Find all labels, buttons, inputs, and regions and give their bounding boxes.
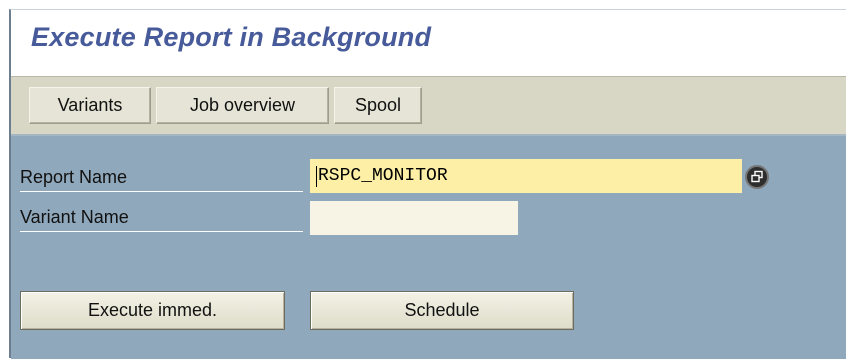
- variants-button[interactable]: Variants: [29, 87, 151, 124]
- selection-screen: Report Name RSPC_MONITOR Variant Name Ex…: [11, 136, 846, 359]
- window-frame: Execute Report in Background Variants Jo…: [9, 9, 846, 359]
- page-title: Execute Report in Background: [31, 22, 432, 52]
- variant-name-label: Variant Name: [20, 204, 303, 232]
- schedule-button[interactable]: Schedule: [310, 291, 574, 330]
- report-name-value: RSPC_MONITOR: [318, 166, 448, 186]
- job-overview-button[interactable]: Job overview: [156, 87, 329, 124]
- execute-immediately-button[interactable]: Execute immed.: [20, 291, 285, 330]
- title-bar: Execute Report in Background: [11, 10, 846, 76]
- application-toolbar: Variants Job overview Spool: [11, 76, 846, 136]
- spool-button[interactable]: Spool: [334, 87, 422, 124]
- possible-entries-icon[interactable]: [745, 165, 769, 189]
- report-name-label: Report Name: [20, 164, 303, 192]
- variant-name-input[interactable]: [310, 201, 518, 235]
- window-stack-glyph: [751, 170, 763, 183]
- text-cursor: [316, 165, 317, 187]
- report-name-input[interactable]: RSPC_MONITOR: [310, 159, 742, 193]
